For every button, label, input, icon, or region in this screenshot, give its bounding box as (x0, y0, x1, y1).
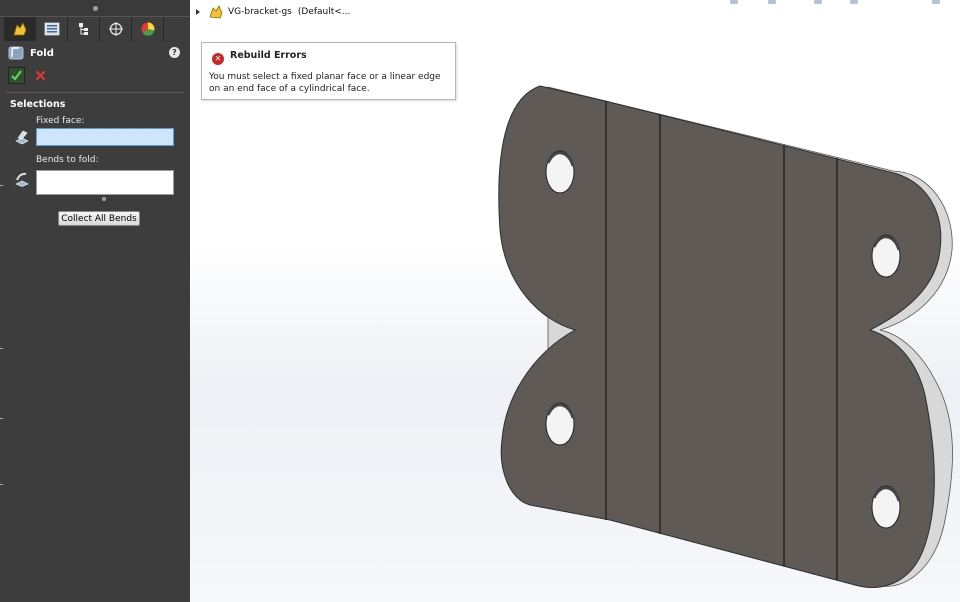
dimxpert-tab[interactable] (100, 17, 132, 41)
bends-to-fold-field[interactable] (36, 170, 174, 195)
dimxpert-icon (108, 22, 123, 36)
collect-all-bends-button[interactable]: Collect All Bends (58, 211, 140, 226)
fixed-face-field[interactable] (36, 128, 174, 146)
panel-edge-tick (0, 348, 3, 349)
display-manager-tab[interactable] (132, 17, 164, 41)
panel-edge-tick (0, 418, 3, 419)
propertymanager-tab[interactable] (36, 17, 68, 41)
help-icon[interactable]: ? (169, 47, 180, 58)
panel-splitter-grip[interactable] (93, 6, 98, 11)
sheet-metal-bracket-model[interactable] (190, 0, 960, 602)
panel-divider (6, 92, 184, 93)
configurationmanager-tab[interactable] (68, 17, 100, 41)
mounting-hole[interactable] (871, 234, 901, 278)
bends-label: Bends to fold: (36, 155, 99, 165)
feature-header: Fold ? (8, 44, 184, 62)
confirm-icon (11, 70, 22, 81)
cancel-button[interactable] (33, 68, 48, 83)
face-selection-icon (15, 130, 29, 145)
mounting-hole[interactable] (871, 485, 901, 529)
propertymanager-icon (44, 22, 59, 36)
fixed-face-label: Fixed face: (36, 116, 85, 126)
display-manager-icon (141, 22, 154, 36)
featuremanager-icon (12, 22, 26, 36)
fold-feature-icon (8, 46, 24, 60)
panel-edge-tick (0, 185, 3, 186)
cancel-icon (35, 70, 46, 81)
ok-cancel-group (8, 67, 48, 84)
mounting-hole[interactable] (545, 150, 575, 194)
graphics-area[interactable]: VG-bracket-gs (Default<... ✕ Rebuild Err… (190, 0, 960, 602)
property-manager-panel: Fold ? Selections Fixed face: Bends to f… (0, 0, 190, 602)
featuremanager-tab[interactable] (4, 17, 36, 41)
panel-edge-tick (0, 484, 3, 485)
feature-title: Fold (30, 47, 54, 59)
bend-selection-icon (15, 172, 29, 187)
manager-tabbar (4, 17, 186, 41)
mounting-hole[interactable] (545, 402, 575, 446)
selections-group-title[interactable]: Selections (10, 99, 65, 110)
panel-top-strip (0, 0, 190, 17)
list-resize-grip[interactable] (102, 197, 106, 201)
confirm-button[interactable] (8, 67, 25, 84)
configurationmanager-icon (78, 23, 88, 35)
